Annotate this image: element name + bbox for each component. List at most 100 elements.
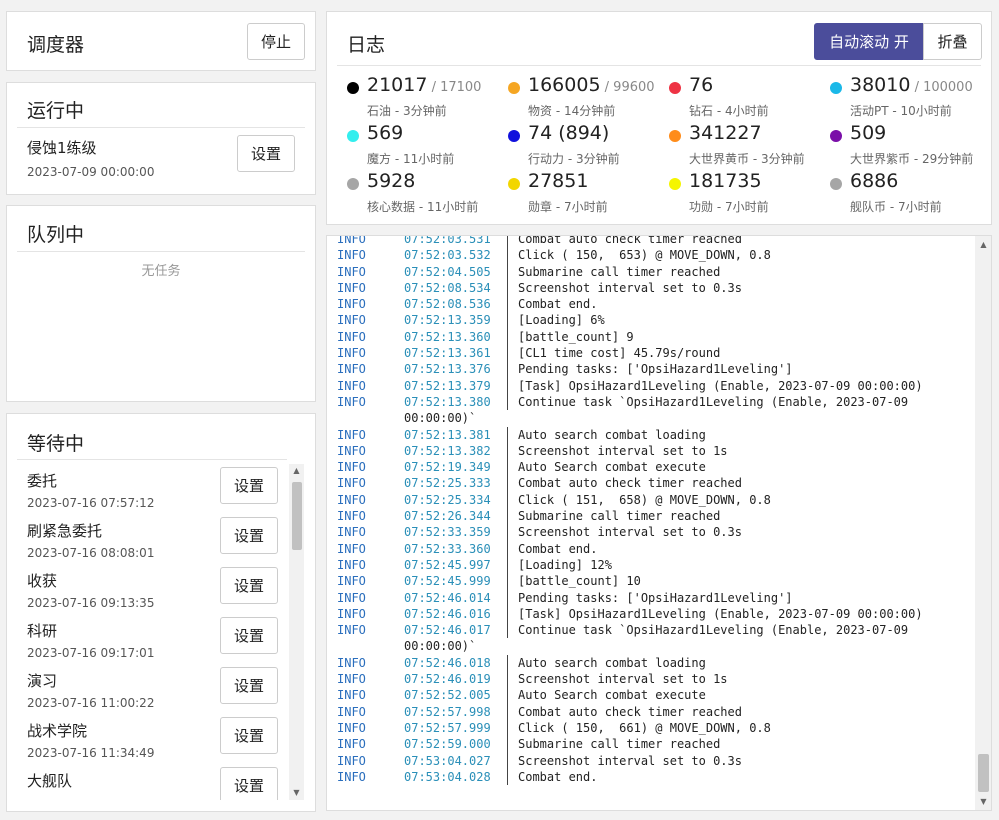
stop-button[interactable]: 停止: [247, 23, 305, 60]
log-time: 07:52:57.998: [404, 703, 508, 720]
log-time: 07:52:46.017: [404, 622, 508, 639]
log-level: INFO: [337, 574, 366, 589]
log-message: Click ( 151, 658) @ MOVE_DOWN, 0.8: [518, 492, 771, 507]
resource-stat: 5928 核心数据 - 11小时前: [347, 170, 507, 218]
scrollbar-thumb[interactable]: [978, 754, 989, 792]
status-dot-icon: [669, 82, 681, 94]
log-level: INFO: [337, 264, 366, 279]
waiting-task-settings-button[interactable]: 设置: [220, 767, 278, 800]
log-time: 07:52:33.360: [404, 540, 508, 557]
resource-value-line: 76: [689, 74, 713, 96]
waiting-task-settings-button[interactable]: 设置: [220, 667, 278, 704]
scrollbar-thumb[interactable]: [292, 482, 302, 550]
resource-value: 341227: [689, 122, 762, 144]
divider: [337, 65, 981, 66]
log-panel: 日志 自动滚动 开 折叠 21017 / 17100 石油 - 3分钟前 16600…: [326, 11, 992, 225]
log-time: 07:53:04.027: [404, 752, 508, 769]
log-line: INFO 07:52:46.014 Pending tasks: ['OpsiHaz…: [337, 589, 991, 606]
log-level: INFO: [337, 443, 366, 458]
log-message: [Loading] 12%: [518, 557, 612, 572]
log-level: INFO: [337, 737, 366, 752]
waiting-task-name: 刷紧急委托: [27, 522, 103, 540]
log-level: INFO: [337, 378, 366, 393]
collapse-button[interactable]: 折叠: [923, 23, 982, 60]
log-line: INFO 07:52:13.360 [battle_count] 9: [337, 328, 991, 346]
log-level: INFO: [337, 672, 366, 687]
log-lines: INFO 07:52:03.531 Combat auto check timer …: [337, 236, 991, 786]
autoscroll-toggle-button[interactable]: 自动滚动 开: [814, 23, 924, 60]
waiting-task-settings-button[interactable]: 设置: [220, 467, 278, 504]
log-message: Screenshot interval set to 0.3s: [518, 280, 742, 295]
log-line: INFO 07:52:57.999 Click ( 150, 661) @ MOVE…: [337, 719, 991, 737]
log-time: 07:52:26.344: [404, 508, 508, 525]
resource-value: 181735: [689, 170, 762, 192]
log-line: INFO 07:52:26.344 Submarine call timer rea…: [337, 508, 991, 525]
log-message: Pending tasks: ['OpsiHazard1Leveling']: [518, 362, 793, 377]
log-line: INFO 07:52:13.379 [Task] OpsiHazard1Leveli…: [337, 377, 991, 394]
resource-stat: 181735 功勋 - 7小时前: [669, 170, 829, 218]
waiting-task-list: 委托 2023-07-16 07:57:12 设置 刷紧急委托 2023-07-16 0…: [7, 414, 292, 800]
status-dot-icon: [669, 130, 681, 142]
resource-label: 功勋 - 7小时前: [689, 200, 769, 214]
log-line: INFO 07:52:46.017 Continue task `OpsiHazar…: [337, 622, 991, 639]
waiting-task-settings-button[interactable]: 设置: [220, 717, 278, 754]
resource-value-line: 569: [367, 122, 403, 144]
waiting-task-settings-button[interactable]: 设置: [220, 517, 278, 554]
waiting-task-settings-button[interactable]: 设置: [220, 617, 278, 654]
running-task-settings-button[interactable]: 设置: [237, 135, 295, 172]
waiting-task-name: 科研: [27, 622, 58, 640]
log-line: INFO 07:52:08.534 Screenshot interval set …: [337, 279, 991, 297]
log-line: INFO 07:52:46.016 [Task] OpsiHazard1Leveli…: [337, 605, 991, 623]
log-message: Screenshot interval set to 0.3s: [518, 753, 742, 768]
resource-stat: 27851 勋章 - 7小时前: [508, 170, 668, 218]
log-time: 07:52:45.999: [404, 573, 508, 590]
log-time: 07:52:13.360: [404, 328, 508, 346]
log-message: Combat auto check timer reached: [518, 704, 742, 719]
log-message: Auto Search combat execute: [518, 688, 706, 703]
waiting-scrollbar[interactable]: ▲ ▼: [289, 464, 304, 800]
log-level: INFO: [337, 313, 366, 328]
log-message: Screenshot interval set to 1s: [518, 672, 728, 687]
status-dot-icon: [830, 130, 842, 142]
resource-value-line: 509: [850, 122, 886, 144]
resource-stat: 341227 大世界黄币 - 3分钟前: [669, 122, 829, 170]
resource-value: 166005: [528, 74, 601, 96]
waiting-task-name: 演习: [27, 672, 58, 690]
log-time: 07:52:13.381: [404, 426, 508, 443]
log-level: INFO: [337, 329, 366, 344]
scroll-up-arrow-icon[interactable]: ▲: [975, 238, 991, 252]
log-time: 07:52:46.014: [404, 589, 508, 606]
resource-value-line: 181735: [689, 170, 762, 192]
scroll-down-arrow-icon[interactable]: ▼: [975, 795, 991, 809]
scroll-up-arrow-icon[interactable]: ▲: [289, 464, 304, 478]
log-level: INFO: [337, 509, 366, 524]
resource-value-line: 27851: [528, 170, 588, 192]
waiting-panel: 等待中 委托 2023-07-16 07:57:12 设置 刷紧急委托 2023-07-…: [6, 413, 316, 812]
status-dot-icon: [508, 82, 520, 94]
waiting-task-settings-button[interactable]: 设置: [220, 567, 278, 604]
log-message: Combat auto check timer reached: [518, 476, 742, 491]
log-line: INFO 07:52:52.005 Auto Search combat execu…: [337, 687, 991, 704]
resource-value: 74 (894): [528, 122, 610, 144]
log-scrollbar[interactable]: ▲ ▼: [975, 236, 991, 810]
waiting-task-name: 大舰队: [27, 772, 73, 790]
resource-max: / 100000: [910, 80, 973, 95]
log-level: INFO: [337, 427, 366, 442]
log-line: INFO 07:52:03.532 Click ( 150, 653) @ MOVE…: [337, 247, 991, 264]
log-message: Click ( 150, 653) @ MOVE_DOWN, 0.8: [518, 248, 771, 263]
log-time: 07:52:19.349: [404, 459, 508, 476]
resource-label: 勋章 - 7小时前: [528, 200, 608, 214]
log-time: 07:53:04.028: [404, 768, 508, 786]
queue-panel: 队列中 无任务: [6, 205, 316, 402]
log-level: INFO: [337, 362, 366, 377]
log-message: [Loading] 6%: [518, 313, 605, 328]
log-time: 07:52:08.536: [404, 296, 508, 313]
log-message: [CL1 time cost] 45.79s/round: [518, 346, 721, 361]
scroll-down-arrow-icon[interactable]: ▼: [289, 786, 304, 800]
waiting-task-time: 2023-07-16 08:08:01: [27, 546, 155, 560]
log-line: 00:00:00)`: [337, 410, 991, 426]
log-time: 00:00:00)`: [404, 639, 477, 654]
log-level: INFO: [337, 655, 366, 670]
log-level: INFO: [337, 492, 366, 507]
log-message: Combat end.: [518, 541, 598, 556]
